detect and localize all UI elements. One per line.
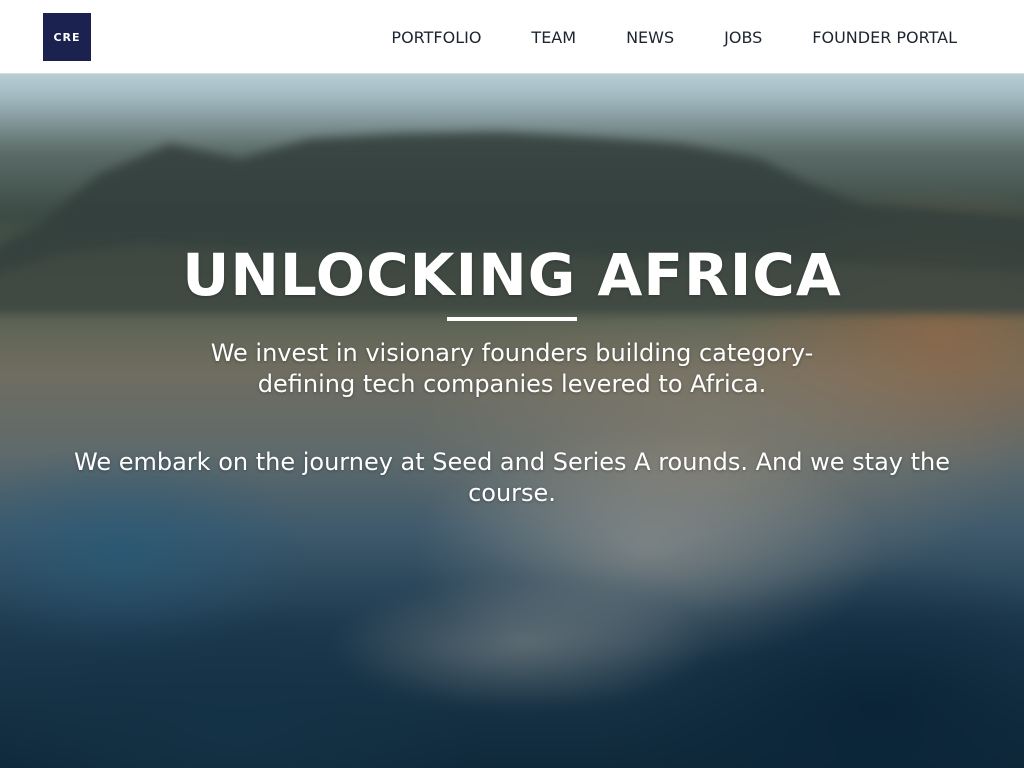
hero-section: UNLOCKING AFRICA We invest in visionary …	[0, 74, 1024, 768]
site-header: CRE PORTFOLIO TEAM NEWS JOBS FOUNDER POR…	[0, 0, 1024, 74]
hero-lead-text: We invest in visionary founders building…	[210, 339, 814, 398]
hero-sub-text: We embark on the journey at Seed and Ser…	[74, 448, 950, 507]
logo[interactable]: CRE	[43, 13, 91, 61]
main-nav: PORTFOLIO TEAM NEWS JOBS FOUNDER PORTAL	[391, 0, 957, 74]
nav-link-founder-portal[interactable]: FOUNDER PORTAL	[812, 28, 957, 47]
nav-link-portfolio[interactable]: PORTFOLIO	[391, 28, 481, 47]
hero-title: UNLOCKING AFRICA	[182, 241, 842, 309]
title-divider	[447, 317, 577, 321]
nav-link-news[interactable]: NEWS	[626, 28, 674, 47]
nav-link-jobs[interactable]: JOBS	[724, 28, 762, 47]
nav-link-team[interactable]: TEAM	[531, 28, 576, 47]
